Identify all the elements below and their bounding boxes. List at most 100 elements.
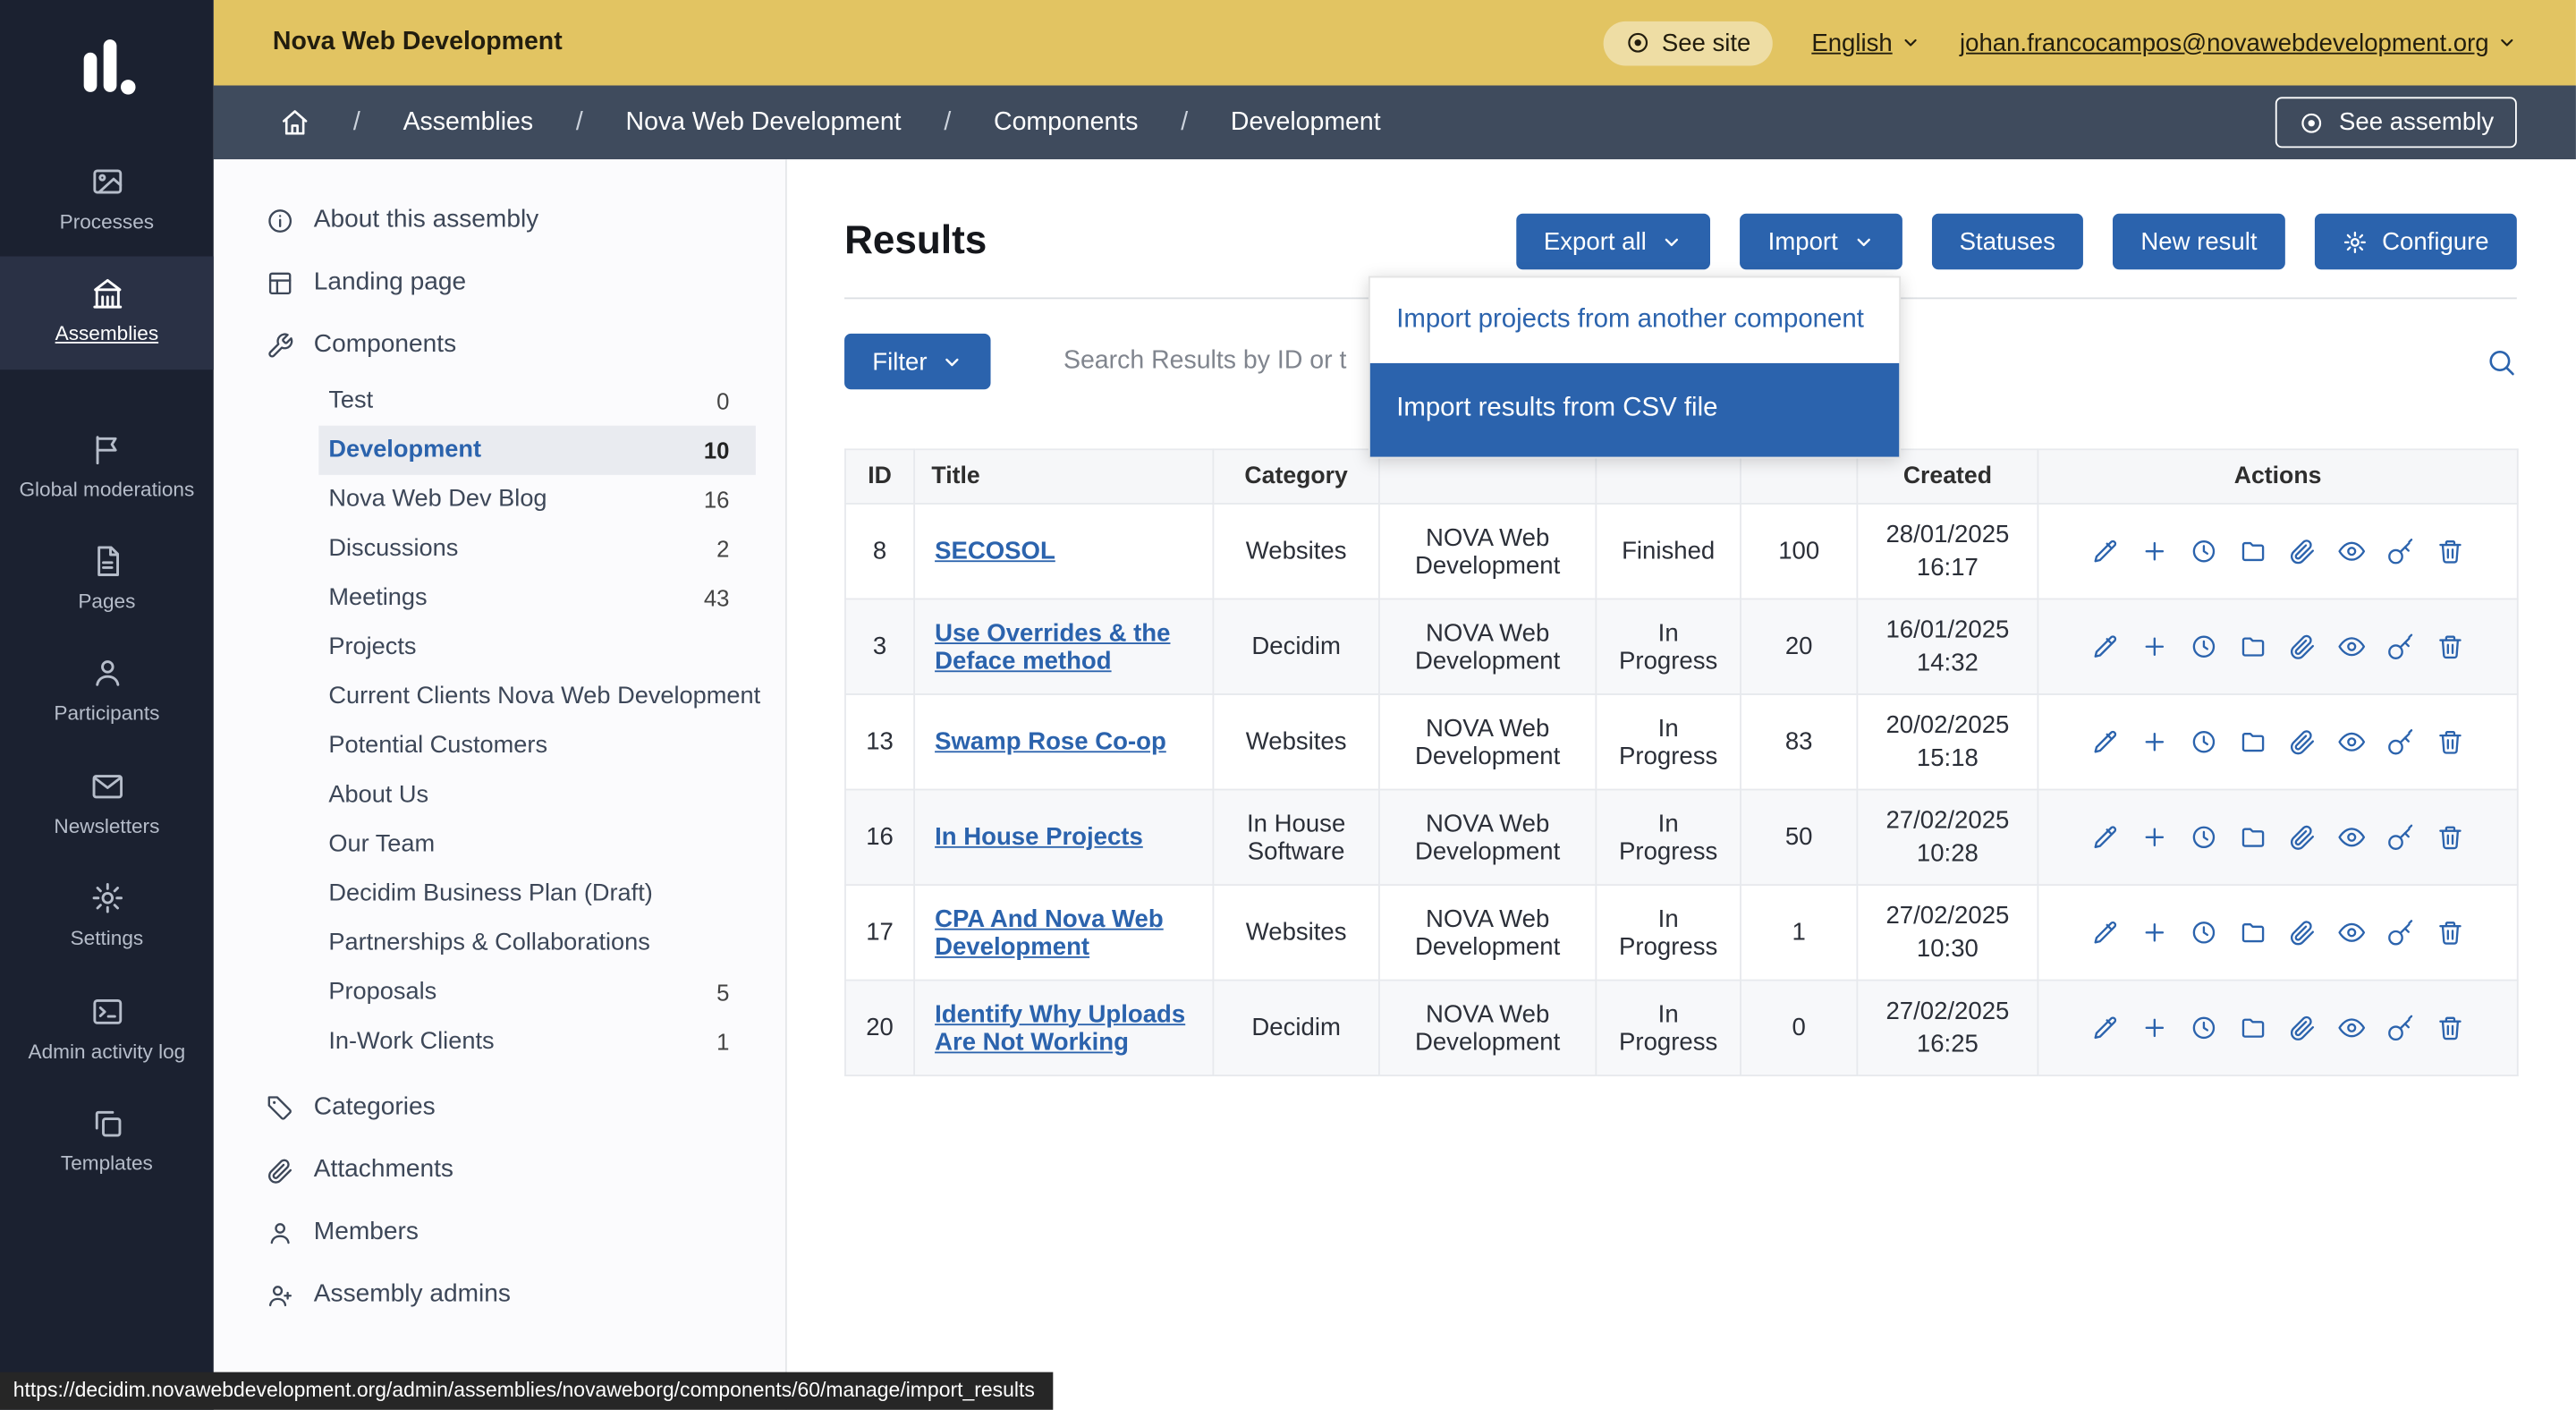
sidebar-item-admin-activity-log[interactable]: Admin activity log [0,973,214,1086]
history-icon[interactable] [2190,633,2217,660]
delete-icon[interactable] [2436,1014,2464,1041]
edit-icon[interactable] [2091,538,2119,565]
folder-icon[interactable] [2239,728,2267,756]
result-title-link[interactable]: Swamp Rose Co-op [935,728,1166,756]
permissions-icon[interactable] [2387,538,2415,565]
configure-button[interactable]: Configure [2315,214,2517,269]
history-icon[interactable] [2190,728,2217,756]
see-site-link[interactable]: See site [1603,21,1773,65]
import-button[interactable]: Import [1740,214,1902,269]
menu-landing-page[interactable]: Landing page [214,251,785,314]
edit-icon[interactable] [2091,919,2119,947]
sidebar-item-processes[interactable]: Processes [0,145,214,258]
menu-about-this-assembly[interactable]: About this assembly [214,189,785,251]
add-icon[interactable] [2140,728,2168,756]
component-item-test[interactable]: Test 0 [214,377,785,426]
permissions-icon[interactable] [2387,823,2415,851]
permissions-icon[interactable] [2387,633,2415,660]
folder-icon[interactable] [2239,633,2267,660]
new-result-button[interactable]: New result [2113,214,2285,269]
delete-icon[interactable] [2436,919,2464,947]
menu-attachments[interactable]: Attachments [214,1139,785,1202]
preview-icon[interactable] [2338,728,2366,756]
sidebar-item-pages[interactable]: Pages [0,524,214,637]
edit-icon[interactable] [2091,633,2119,660]
menu-assembly-admins[interactable]: Assembly admins [214,1263,785,1326]
history-icon[interactable] [2190,919,2217,947]
component-item-partnerships[interactable]: Partnerships & Collaborations [214,919,785,968]
attachments-icon[interactable] [2289,728,2317,756]
component-item-proposals[interactable]: Proposals 5 [214,968,785,1017]
folder-icon[interactable] [2239,538,2267,565]
history-icon[interactable] [2190,1014,2217,1041]
add-icon[interactable] [2140,823,2168,851]
folder-icon[interactable] [2239,823,2267,851]
search-icon[interactable] [2486,346,2517,378]
breadcrumb-item-development[interactable]: Development [1231,107,1381,137]
menu-item-import-results-csv[interactable]: Import results from CSV file [1370,364,1899,457]
menu-categories[interactable]: Categories [214,1076,785,1139]
preview-icon[interactable] [2338,823,2366,851]
permissions-icon[interactable] [2387,1014,2415,1041]
component-item-nova-web-dev-blog[interactable]: Nova Web Dev Blog 16 [214,475,785,524]
sidebar-item-participants[interactable]: Participants [0,637,214,750]
attachments-icon[interactable] [2289,633,2317,660]
result-title-link[interactable]: SECOSOL [935,538,1055,565]
edit-icon[interactable] [2091,728,2119,756]
language-selector[interactable]: English [1811,29,1920,56]
component-item-potential-customers[interactable]: Potential Customers [214,721,785,770]
attachments-icon[interactable] [2289,823,2317,851]
component-item-current-clients[interactable]: Current Clients Nova Web Development [214,672,785,721]
component-item-projects[interactable]: Projects [214,623,785,672]
component-item-decidim-business-plan[interactable]: Decidim Business Plan (Draft) [214,870,785,919]
edit-icon[interactable] [2091,823,2119,851]
result-title-link[interactable]: CPA And Nova Web Development [935,905,1164,960]
folder-icon[interactable] [2239,1014,2267,1041]
add-icon[interactable] [2140,633,2168,660]
statuses-button[interactable]: Statuses [1931,214,2083,269]
add-icon[interactable] [2140,538,2168,565]
menu-item-import-projects[interactable]: Import projects from another component [1370,277,1899,363]
preview-icon[interactable] [2338,919,2366,947]
sidebar-item-templates[interactable]: Templates [0,1086,214,1199]
delete-icon[interactable] [2436,538,2464,565]
component-item-our-team[interactable]: Our Team [214,820,785,870]
home-icon[interactable] [279,106,310,138]
permissions-icon[interactable] [2387,919,2415,947]
component-item-development[interactable]: Development 10 [318,426,756,475]
sidebar-item-global-moderations[interactable]: Global moderations [0,412,214,524]
component-item-meetings[interactable]: Meetings 43 [214,573,785,623]
export-all-button[interactable]: Export all [1516,214,1711,269]
see-assembly-button[interactable]: See assembly [2275,97,2516,148]
logo[interactable] [71,33,143,106]
history-icon[interactable] [2190,538,2217,565]
result-title-link[interactable]: In House Projects [935,823,1143,851]
sidebar-item-settings[interactable]: Settings [0,862,214,974]
breadcrumb-item-components[interactable]: Components [994,107,1138,137]
attachments-icon[interactable] [2289,1014,2317,1041]
menu-components[interactable]: Components [214,314,785,377]
folder-icon[interactable] [2239,919,2267,947]
add-icon[interactable] [2140,919,2168,947]
preview-icon[interactable] [2338,633,2366,660]
delete-icon[interactable] [2436,728,2464,756]
add-icon[interactable] [2140,1014,2168,1041]
breadcrumb-item-assembly[interactable]: Nova Web Development [626,107,902,137]
sidebar-item-assemblies[interactable]: Assemblies [0,257,214,369]
menu-members[interactable]: Members [214,1202,785,1264]
attachments-icon[interactable] [2289,919,2317,947]
delete-icon[interactable] [2436,633,2464,660]
breadcrumb-item-assemblies[interactable]: Assemblies [403,107,534,137]
permissions-icon[interactable] [2387,728,2415,756]
component-item-discussions[interactable]: Discussions 2 [214,524,785,573]
delete-icon[interactable] [2436,823,2464,851]
component-item-in-work-clients[interactable]: In-Work Clients 1 [214,1017,785,1066]
preview-icon[interactable] [2338,538,2366,565]
result-title-link[interactable]: Identify Why Uploads Are Not Working [935,1000,1185,1056]
sidebar-item-newsletters[interactable]: Newsletters [0,749,214,862]
component-item-about-us[interactable]: About Us [214,770,785,820]
account-menu[interactable]: johan.francocampos@novawebdevelopment.or… [1960,29,2517,56]
filter-button[interactable]: Filter [844,334,991,389]
result-title-link[interactable]: Use Overrides & the Deface method [935,619,1170,675]
history-icon[interactable] [2190,823,2217,851]
